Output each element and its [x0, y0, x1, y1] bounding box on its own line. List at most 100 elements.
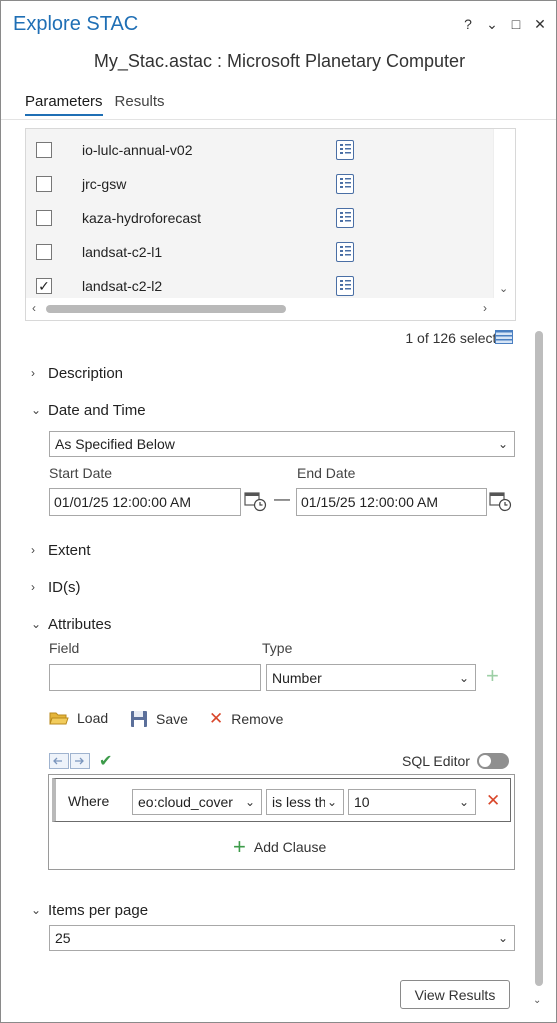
- list-item[interactable]: jrc-gsw: [26, 167, 494, 201]
- date-range-dash: —: [274, 491, 290, 508]
- metadata-icon[interactable]: [336, 242, 354, 262]
- metadata-icon[interactable]: [336, 276, 354, 296]
- delete-clause-x-icon[interactable]: ✕: [486, 791, 500, 811]
- load-button[interactable]: Load: [49, 710, 108, 726]
- section-items-per-page[interactable]: ⌄ Items per page: [31, 902, 148, 919]
- list-vertical-scrollbar[interactable]: ⌄: [493, 129, 515, 299]
- collection-label: landsat-c2-l1: [82, 244, 163, 260]
- clause-builder: Where eo:cloud_cover ⌄ is less th ⌄ 10 ⌄…: [48, 774, 515, 870]
- collection-checkbox[interactable]: [36, 244, 52, 260]
- options-chevron-icon[interactable]: ⌄: [486, 15, 498, 33]
- collections-list[interactable]: io-lulc-annual-v02 jrc-gsw kaza-hydrofor…: [25, 128, 516, 321]
- items-per-page-value: 25: [55, 930, 71, 946]
- window-controls: ? ⌄ □ ✕: [462, 15, 546, 33]
- section-title: Extent: [48, 542, 91, 559]
- where-label: Where: [68, 793, 110, 809]
- view-results-button[interactable]: View Results: [400, 980, 510, 1009]
- clause-operator-value: is less th: [272, 794, 327, 810]
- clause-value-select[interactable]: 10 ⌄: [348, 789, 476, 815]
- date-mode-select[interactable]: As Specified Below ⌄: [49, 431, 515, 457]
- collection-label: jrc-gsw: [82, 176, 127, 192]
- remove-label: Remove: [231, 711, 284, 727]
- chevron-down-icon: ⌄: [497, 437, 508, 451]
- tab-results[interactable]: Results: [115, 93, 165, 116]
- scroll-left-icon[interactable]: ‹: [32, 301, 36, 315]
- folder-open-icon: [49, 712, 69, 725]
- field-label: Field: [49, 640, 80, 656]
- pane-vertical-scrollbar[interactable]: ⌄: [533, 331, 545, 1006]
- type-value: Number: [272, 669, 322, 686]
- list-item[interactable]: kaza-hydroforecast: [26, 201, 494, 235]
- table-view-icon[interactable]: [495, 330, 513, 344]
- sql-editor-toggle[interactable]: [477, 753, 509, 769]
- chevron-down-icon: ⌄: [497, 931, 508, 945]
- add-clause-label: Add Clause: [253, 839, 327, 855]
- chevron-right-icon: ›: [31, 366, 35, 380]
- chevron-down-icon: ⌄: [31, 903, 42, 917]
- start-date-label: Start Date: [49, 465, 113, 481]
- metadata-icon[interactable]: [336, 174, 354, 194]
- calendar-clock-icon[interactable]: [244, 490, 268, 512]
- section-attributes[interactable]: ⌄ Attributes: [31, 616, 111, 633]
- section-description[interactable]: › Description: [31, 365, 123, 382]
- chevron-right-icon: ›: [31, 543, 35, 557]
- save-button[interactable]: Save: [130, 710, 188, 728]
- start-date-input[interactable]: 01/01/25 12:00:00 AM: [49, 488, 241, 516]
- collection-label: io-lulc-annual-v02: [82, 142, 193, 158]
- sql-editor-label: SQL Editor: [402, 753, 470, 769]
- pane-title: Explore STAC: [13, 13, 139, 35]
- calendar-clock-icon[interactable]: [489, 490, 513, 512]
- section-title: Items per page: [48, 902, 149, 919]
- items-per-page-select[interactable]: 25 ⌄: [49, 925, 515, 951]
- save-disk-icon: [131, 711, 147, 727]
- scroll-down-icon[interactable]: ⌄: [533, 995, 541, 1006]
- add-clause-button[interactable]: + Add Clause: [233, 836, 327, 858]
- collection-checkbox[interactable]: [36, 210, 52, 226]
- date-mode-value: As Specified Below: [55, 436, 175, 452]
- collection-checkbox[interactable]: [36, 176, 52, 192]
- end-date-label: End Date: [297, 465, 356, 481]
- collection-checkbox-checked[interactable]: ✓: [36, 278, 52, 294]
- tab-divider: [1, 119, 556, 120]
- remove-x-icon: ✕: [209, 709, 224, 728]
- list-item[interactable]: ✓ landsat-c2-l2: [26, 269, 494, 299]
- end-date-input[interactable]: 01/15/25 12:00:00 AM: [296, 488, 487, 516]
- section-extent[interactable]: › Extent: [31, 542, 91, 559]
- indent-outdent-icon[interactable]: [49, 753, 91, 769]
- chevron-down-icon: ⌄: [458, 670, 469, 685]
- section-title: Date and Time: [48, 402, 146, 419]
- help-icon[interactable]: ?: [462, 15, 474, 33]
- list-item[interactable]: landsat-c2-l1: [26, 235, 494, 269]
- section-date-time[interactable]: ⌄ Date and Time: [31, 402, 146, 419]
- section-ids[interactable]: › ID(s): [31, 579, 81, 596]
- close-icon[interactable]: ✕: [534, 15, 546, 33]
- section-title: ID(s): [48, 579, 81, 596]
- tab-bar: Parameters Results: [25, 93, 165, 116]
- remove-button[interactable]: ✕ Remove: [209, 710, 283, 728]
- list-item[interactable]: io-lulc-annual-v02: [26, 133, 494, 167]
- list-horizontal-scrollbar[interactable]: ‹ ›: [26, 298, 515, 320]
- chevron-down-icon: ⌄: [31, 617, 42, 631]
- section-title: Description: [48, 365, 124, 382]
- scroll-down-icon[interactable]: ⌄: [499, 282, 508, 295]
- clause-field-select[interactable]: eo:cloud_cover ⌄: [132, 789, 262, 815]
- tab-parameters[interactable]: Parameters: [25, 93, 103, 116]
- save-label: Save: [156, 711, 188, 727]
- type-select[interactable]: Number ⌄: [266, 664, 476, 691]
- metadata-icon[interactable]: [336, 208, 354, 228]
- chevron-down-icon: ⌄: [458, 795, 469, 809]
- explore-stac-pane: Explore STAC ? ⌄ □ ✕ My_Stac.astac : Mic…: [0, 0, 557, 1023]
- metadata-icon[interactable]: [336, 140, 354, 160]
- add-field-icon[interactable]: +: [486, 665, 499, 687]
- clause-operator-select[interactable]: is less th ⌄: [266, 789, 344, 815]
- scrollbar-thumb[interactable]: [535, 331, 543, 986]
- validate-checkmark-icon[interactable]: ✔: [99, 751, 112, 771]
- chevron-down-icon: ⌄: [31, 403, 42, 417]
- maximize-icon[interactable]: □: [510, 15, 522, 33]
- scroll-right-icon[interactable]: ›: [483, 301, 487, 315]
- where-clause-row[interactable]: Where eo:cloud_cover ⌄ is less th ⌄ 10 ⌄…: [52, 778, 511, 822]
- scrollbar-thumb[interactable]: [46, 305, 286, 313]
- connection-title: My_Stac.astac : Microsoft Planetary Comp…: [93, 51, 466, 71]
- collection-checkbox[interactable]: [36, 142, 52, 158]
- field-input[interactable]: [49, 664, 261, 691]
